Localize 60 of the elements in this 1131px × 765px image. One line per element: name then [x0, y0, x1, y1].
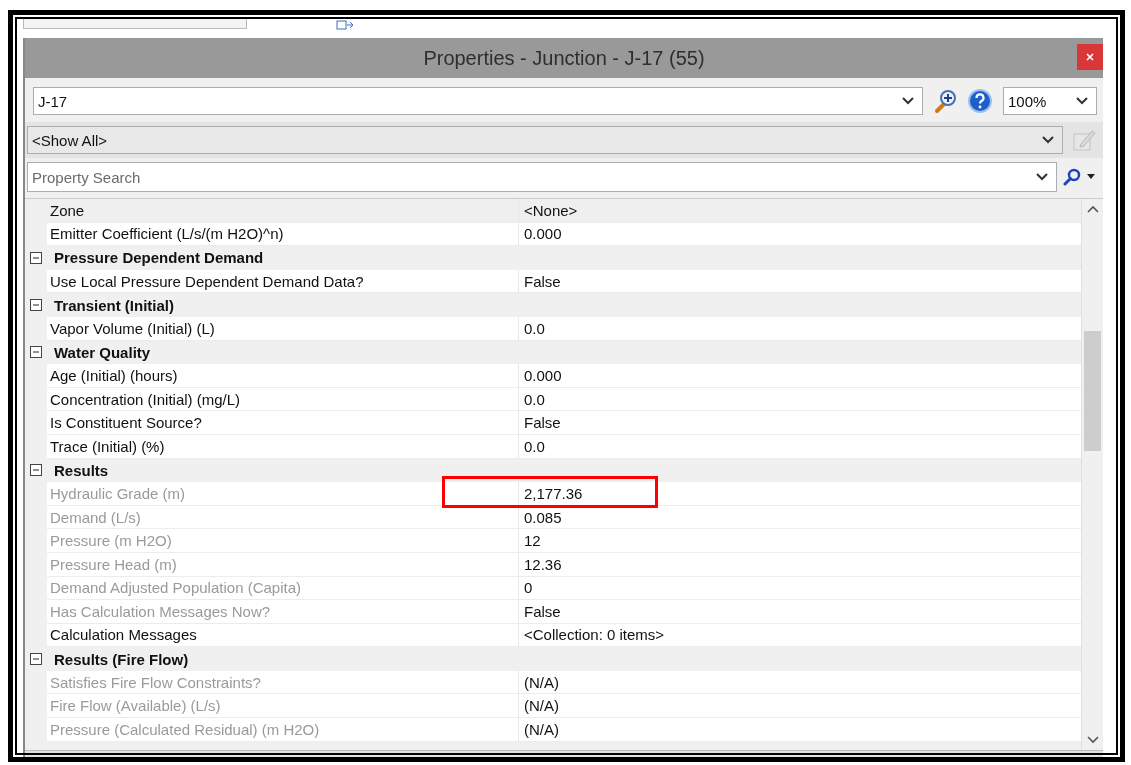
property-name: Vapor Volume (Initial) (L)	[47, 316, 519, 341]
property-name: Pressure Head (m)	[47, 552, 519, 577]
chevron-down-icon[interactable]	[1042, 136, 1054, 144]
property-name: Pressure (Calculated Residual) (m H2O)	[47, 718, 519, 742]
property-value[interactable]: 0.000	[519, 222, 1081, 247]
collapse-icon[interactable]	[30, 299, 42, 312]
search-dropdown[interactable]: Property Search	[27, 162, 1057, 192]
property-value[interactable]: 0.000	[519, 364, 1081, 388]
scroll-down-icon[interactable]	[1086, 736, 1099, 744]
filter-dropdown[interactable]: <Show All>	[27, 126, 1063, 154]
collapse-icon[interactable]	[30, 653, 42, 666]
chevron-down-icon[interactable]	[1076, 97, 1088, 105]
property-name: Concentration (Initial) (mg/L)	[47, 387, 519, 412]
property-name: Satisfies Fire Flow Constraints?	[47, 670, 519, 695]
window-title: Properties - Junction - J-17 (55)	[423, 46, 705, 70]
property-value[interactable]: 0.0	[519, 434, 1081, 459]
property-name: Demand Adjusted Population (Capita)	[47, 576, 519, 601]
element-dropdown[interactable]: J-17	[33, 87, 923, 115]
property-value[interactable]: 0.0	[519, 387, 1081, 412]
window-icon	[335, 20, 355, 30]
property-name: Demand (L/s)	[47, 505, 519, 530]
property-value[interactable]: 0.0	[519, 316, 1081, 341]
property-value[interactable]: 2,177.36	[519, 482, 1081, 506]
property-name: Fire Flow (Available) (L/s)	[47, 694, 519, 719]
property-value[interactable]: False	[519, 411, 1081, 435]
property-name: Is Constituent Source?	[47, 411, 519, 435]
zoom-dropdown[interactable]: 100%	[1003, 87, 1097, 115]
property-name: Hydraulic Grade (m)	[47, 482, 519, 506]
chevron-down-icon[interactable]	[1036, 173, 1048, 181]
property-value[interactable]: <Collection: 0 items>	[519, 623, 1081, 648]
property-name: Emitter Coefficient (L/s/(m H2O)^n)	[47, 222, 519, 247]
property-name: Trace (Initial) (%)	[47, 434, 519, 459]
property-name: Zone	[47, 199, 519, 223]
scrollbar-thumb[interactable]	[1084, 331, 1101, 451]
property-name: Age (Initial) (hours)	[47, 364, 519, 388]
property-value[interactable]: (N/A)	[519, 718, 1081, 742]
property-name: Calculation Messages	[47, 623, 519, 648]
help-icon[interactable]	[967, 88, 993, 114]
close-button[interactable]	[1077, 44, 1103, 70]
property-value[interactable]: 12	[519, 529, 1081, 553]
property-name: Pressure (m H2O)	[47, 529, 519, 553]
property-value[interactable]: False	[519, 269, 1081, 294]
scroll-up-icon[interactable]	[1086, 205, 1099, 213]
scrollbar[interactable]	[1081, 199, 1103, 750]
search-icon[interactable]	[1063, 168, 1081, 186]
property-value[interactable]: 12.36	[519, 552, 1081, 577]
chevron-down-icon[interactable]	[902, 97, 914, 105]
search-field[interactable]: Property Search	[32, 168, 1036, 186]
close-icon[interactable]	[1086, 53, 1094, 61]
collapse-icon[interactable]	[30, 464, 42, 477]
collapse-icon[interactable]	[30, 252, 42, 264]
property-name: Has Calculation Messages Now?	[47, 600, 519, 624]
zoom-in-icon[interactable]	[933, 88, 959, 114]
collapse-icon[interactable]	[30, 346, 42, 359]
property-name: Use Local Pressure Dependent Demand Data?	[47, 269, 519, 294]
property-value[interactable]: (N/A)	[519, 670, 1081, 695]
property-value[interactable]: 0	[519, 576, 1081, 601]
dropdown-arrow-icon[interactable]	[1087, 174, 1095, 180]
property-value[interactable]: False	[519, 600, 1081, 624]
property-value[interactable]: (N/A)	[519, 694, 1081, 719]
